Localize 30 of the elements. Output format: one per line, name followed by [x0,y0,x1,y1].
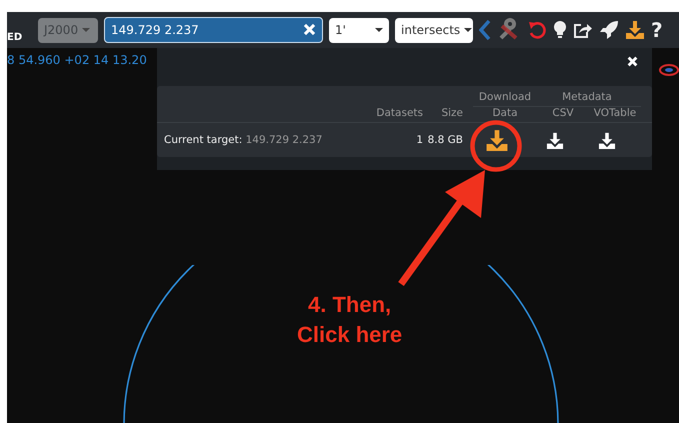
share-icon[interactable] [573,21,593,39]
galaxy-icon [657,62,679,78]
column-group-header: Download [478,91,532,103]
rocket-icon[interactable] [599,20,619,40]
column-header: Size [440,107,464,119]
table-cell-text: 8.8 GB [427,134,464,146]
download-icon[interactable] [625,20,645,40]
download-icon[interactable] [598,132,616,148]
download-icon[interactable] [546,132,564,148]
target-label: Current target: 149.729 2.237 [163,134,324,146]
undo-icon[interactable] [527,20,547,40]
annotation-text: 4. Then, Click here [297,291,402,349]
column-group-header: Metadata [561,91,613,103]
radius-select[interactable]: 1' [329,18,389,42]
chevron-left-icon[interactable] [479,19,491,41]
column-header: Data [491,107,519,119]
column-header: VOTable [592,107,638,119]
lightbulb-icon[interactable] [553,20,567,40]
column-header: CSV [551,107,575,119]
table-cell-text: 1 [415,134,424,146]
help-icon[interactable]: ? [651,18,663,42]
close-icon[interactable] [627,56,638,67]
highlight-circle [470,120,522,172]
clear-icon[interactable] [303,23,316,36]
download-icon[interactable] [485,129,509,151]
column-header: Datasets [375,107,424,119]
coordinates-text: 8 54.960 +02 14 13.20 [7,53,147,67]
search-field[interactable]: 149.729 2.237 [104,17,323,43]
toolbar-label: ED [7,32,24,43]
mode-select[interactable]: intersects [395,18,473,42]
